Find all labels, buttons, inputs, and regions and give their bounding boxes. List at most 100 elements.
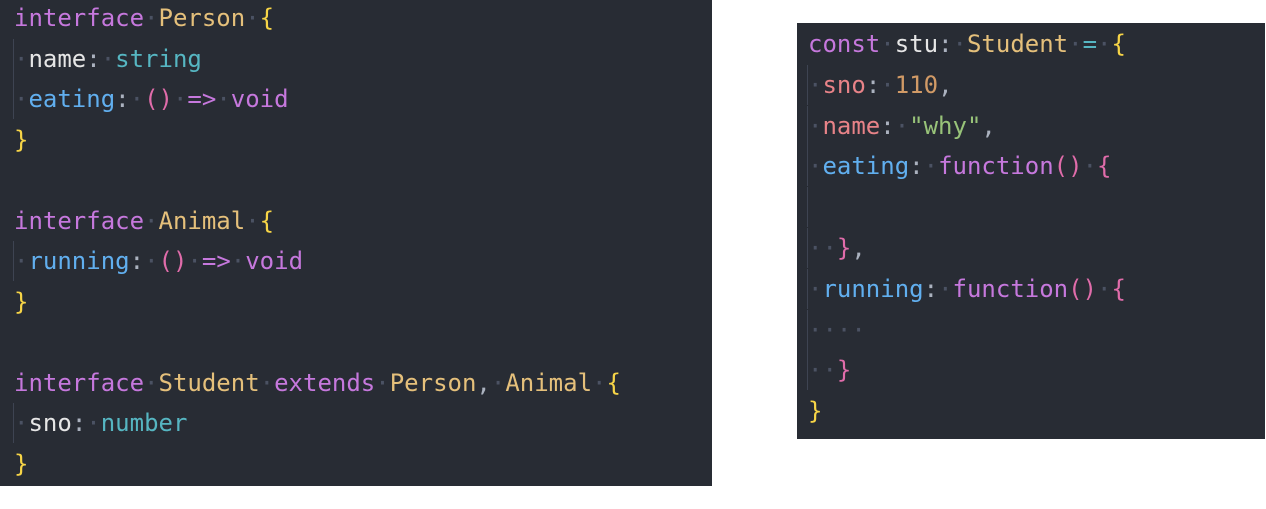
code-token: const: [808, 30, 881, 58]
code-token: void: [230, 85, 289, 113]
code-token: "why": [909, 111, 982, 140]
code-line: const·stu:·Student·=·{: [808, 24, 1126, 64]
code-line: ·running:·()·=>·void: [13, 241, 304, 281]
whitespace-marker: ·: [880, 70, 895, 99]
code-line: ··}: [807, 350, 852, 391]
whitespace-marker: ·: [808, 70, 823, 99]
whitespace-marker: ··: [808, 234, 837, 262]
whitespace-marker: ·: [86, 409, 101, 437]
code-token: (): [1068, 274, 1098, 303]
code-token: ,: [938, 70, 953, 99]
code-token: =: [1082, 30, 1098, 58]
code-line: ·name:·string: [13, 38, 202, 79]
whitespace-marker: ·: [952, 30, 967, 58]
code-token: =>: [187, 85, 217, 113]
code-line: ·sno:·110,: [807, 64, 953, 105]
code-token: string: [115, 44, 202, 73]
whitespace-marker: ·: [144, 4, 159, 32]
whitespace-marker: ·: [808, 111, 823, 140]
whitespace-marker: ·: [216, 85, 231, 113]
whitespace-marker: ·: [880, 30, 895, 58]
whitespace-marker: ·: [490, 368, 506, 397]
whitespace-marker: ·: [375, 368, 390, 397]
code-line: }: [14, 120, 28, 160]
code-token: :: [923, 274, 939, 303]
code-token: }: [836, 234, 852, 262]
code-token: sno: [28, 409, 72, 437]
code-token: {: [1111, 30, 1126, 58]
code-token: ,: [476, 368, 491, 397]
whitespace-marker: ·: [923, 152, 939, 181]
whitespace-marker: ·: [245, 206, 260, 235]
code-token: {: [1111, 274, 1126, 303]
code-line: ·eating:·()·=>·void: [13, 79, 289, 119]
code-line: interface·Student·extends·Person,·Animal…: [14, 363, 621, 403]
whitespace-marker: ·: [129, 85, 145, 113]
code-token: }: [14, 287, 29, 316]
code-token: }: [14, 449, 29, 478]
whitespace-marker: ·: [259, 368, 275, 397]
code-token: Animal: [505, 368, 593, 397]
code-token: (): [1053, 152, 1083, 181]
code-line: ·name:·"why",: [807, 105, 996, 146]
whitespace-marker: ·: [187, 247, 202, 275]
code-token: interface: [14, 206, 145, 235]
code-token: name: [822, 111, 881, 140]
code-token: :: [115, 85, 130, 113]
code-token: :: [880, 111, 895, 140]
whitespace-marker: ··: [808, 356, 837, 385]
code-token: extends: [274, 368, 376, 397]
code-token: eating: [28, 85, 116, 113]
code-line: interface·Animal·{: [14, 201, 274, 241]
whitespace-marker: ·: [592, 368, 607, 397]
whitespace-marker: ·: [144, 247, 159, 275]
whitespace-marker: ·: [1082, 152, 1098, 181]
code-token: interface: [14, 4, 145, 32]
code-token: function: [952, 274, 1069, 303]
code-token: Person: [158, 4, 246, 32]
code-token: name: [28, 44, 87, 73]
code-line: ·eating:·function()·{: [807, 146, 1112, 187]
code-token: sno: [822, 70, 866, 99]
whitespace-marker: ·: [14, 44, 29, 73]
code-token: (): [144, 85, 173, 113]
code-line: }: [14, 444, 28, 484]
indent-guide: [807, 187, 808, 228]
code-token: }: [836, 356, 852, 385]
code-token: interface: [14, 368, 145, 397]
code-token: {: [259, 206, 275, 235]
whitespace-marker: ·: [894, 111, 910, 140]
code-token: stu: [894, 30, 939, 58]
code-token: 110: [894, 70, 939, 99]
code-token: Animal: [158, 206, 246, 235]
code-token: :: [909, 152, 924, 181]
whitespace-marker: ····: [808, 315, 866, 344]
code-token: ,: [981, 111, 996, 140]
code-line: ··},: [807, 228, 866, 268]
whitespace-marker: ·: [14, 247, 29, 275]
whitespace-marker: ·: [1068, 30, 1083, 58]
code-token: number: [100, 409, 188, 437]
whitespace-marker: ·: [938, 274, 953, 303]
whitespace-marker: ·: [172, 85, 188, 113]
code-token: =>: [201, 247, 231, 275]
whitespace-marker: ·: [808, 152, 823, 181]
code-token: running: [822, 274, 924, 303]
code-line: }: [808, 391, 822, 431]
code-token: Student: [158, 368, 260, 397]
code-token: void: [245, 247, 304, 275]
code-line: ·sno:·number: [13, 403, 188, 443]
code-panel-left: interface·Person·{·name:·string ·eating:·…: [0, 0, 712, 486]
whitespace-marker: ·: [144, 206, 159, 235]
code-line: interface·Person·{: [14, 0, 274, 38]
whitespace-marker: ·: [230, 247, 246, 275]
code-token: {: [1097, 152, 1112, 181]
code-token: :: [865, 70, 881, 99]
code-token: Person: [389, 368, 477, 397]
whitespace-marker: ·: [14, 409, 29, 437]
code-token: :: [129, 247, 145, 275]
code-token: :: [86, 44, 101, 73]
code-token: Student: [966, 30, 1069, 58]
code-token: }: [14, 125, 29, 154]
code-token: (): [158, 247, 188, 275]
